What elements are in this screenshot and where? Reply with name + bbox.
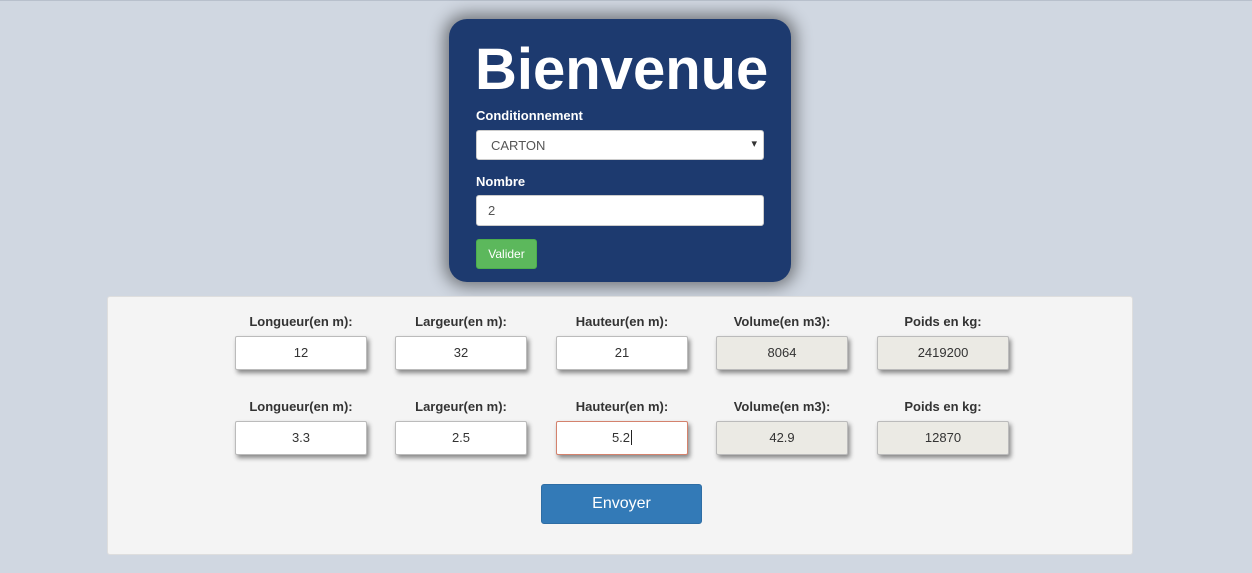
nombre-value: 2	[488, 203, 496, 218]
longueur-label-1: Longueur(en m):	[249, 314, 353, 329]
welcome-card: Bienvenue Conditionnement CARTON ▾ Nombr…	[449, 19, 791, 282]
longueur-input-2[interactable]: 3.3	[235, 421, 367, 455]
hauteur-input-1[interactable]: 21	[556, 336, 688, 370]
hauteur-label-2: Hauteur(en m):	[575, 399, 669, 414]
hauteur-input-2[interactable]: 5.2	[556, 421, 688, 455]
poids-output-2: 12870	[877, 421, 1009, 455]
page-title: Bienvenue	[475, 37, 769, 102]
poids-label-1: Poids en kg:	[904, 314, 982, 329]
hauteur-label-1: Hauteur(en m):	[575, 314, 669, 329]
volume-output-1: 8064	[716, 336, 848, 370]
conditionnement-selected-value: CARTON	[491, 138, 546, 153]
largeur-input-1[interactable]: 32	[395, 336, 527, 370]
nombre-label: Nombre	[476, 174, 526, 189]
hauteur-value-2: 5.2	[611, 430, 631, 445]
longueur-input-1[interactable]: 12	[235, 336, 367, 370]
poids-label-2: Poids en kg:	[904, 399, 982, 414]
longueur-label-2: Longueur(en m):	[249, 399, 353, 414]
conditionnement-select[interactable]: CARTON ▾	[476, 130, 764, 160]
volume-label-1: Volume(en m3):	[733, 314, 831, 329]
chevron-down-icon: ▾	[751, 138, 757, 150]
largeur-input-2[interactable]: 2.5	[395, 421, 527, 455]
conditionnement-label: Conditionnement	[476, 108, 583, 123]
poids-output-1: 2419200	[877, 336, 1009, 370]
top-divider	[0, 0, 1252, 1]
volume-label-2: Volume(en m3):	[733, 399, 831, 414]
largeur-label-1: Largeur(en m):	[415, 314, 507, 329]
valider-button[interactable]: Valider	[476, 239, 537, 269]
nombre-input[interactable]: 2	[476, 195, 764, 226]
volume-output-2: 42.9	[716, 421, 848, 455]
largeur-label-2: Largeur(en m):	[415, 399, 507, 414]
envoyer-button[interactable]: Envoyer	[541, 484, 702, 524]
text-caret	[631, 430, 633, 446]
